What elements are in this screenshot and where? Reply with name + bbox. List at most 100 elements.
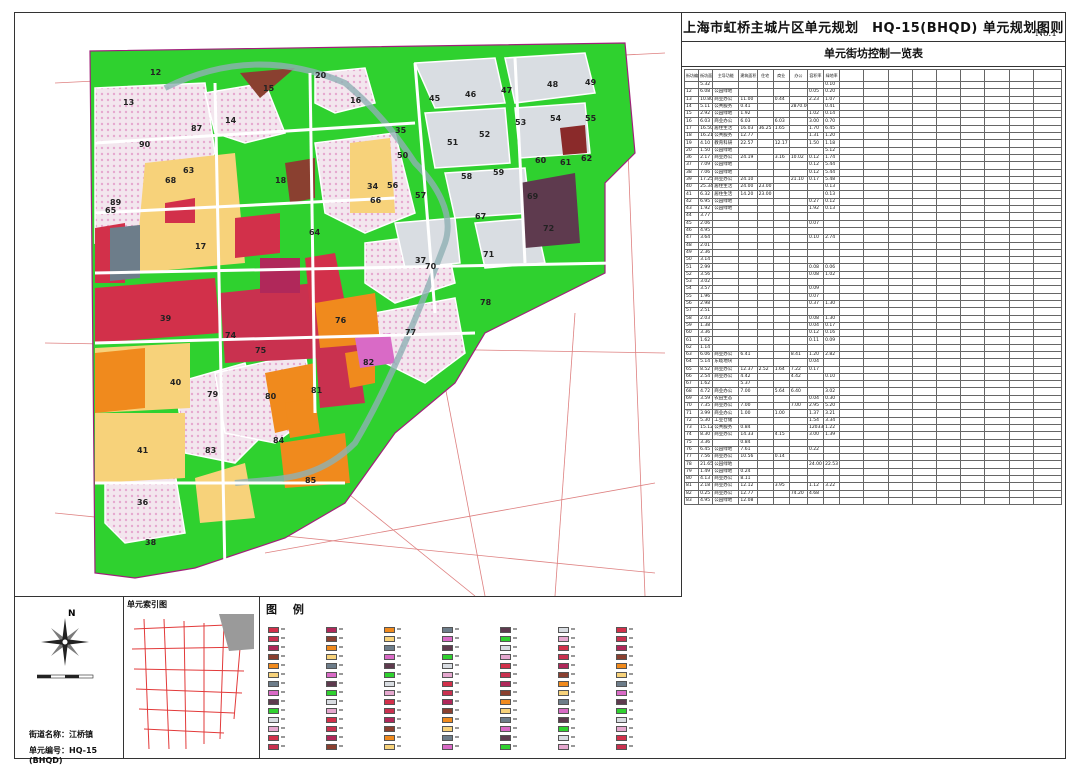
legend-swatch (500, 708, 511, 714)
table-cell (984, 321, 1010, 331)
table-cell: 0.22 (806, 445, 825, 455)
table-cell: 69 (684, 394, 700, 404)
legend-swatch (326, 744, 337, 750)
table-cell (772, 205, 790, 214)
legend-text-placeholder (339, 655, 343, 657)
table-cell (1008, 241, 1034, 250)
plot-67: 67 (475, 212, 486, 221)
table-cell (1008, 431, 1034, 440)
table-cell (1032, 153, 1062, 163)
table-cell (738, 161, 758, 170)
legend-item (558, 672, 618, 678)
table-cell (839, 321, 865, 331)
table-cell (1008, 277, 1034, 287)
table-cell (911, 146, 937, 155)
table-cell (863, 153, 889, 163)
table-cell: 62 (684, 343, 700, 353)
legend-text-placeholder (629, 727, 633, 729)
table-cell (788, 197, 808, 207)
table-cell: 47 (684, 234, 700, 243)
table-cell: 0.24 (738, 467, 758, 477)
table-cell: 20 (684, 146, 700, 155)
table-cell: 63 (684, 350, 700, 360)
legend-swatch (616, 744, 627, 750)
table-row: 70 7.35 商业办公 7.00 7.00 2.95 5.20 (684, 402, 1062, 411)
table-cell (863, 387, 889, 396)
legend-item (616, 726, 676, 732)
table-cell (788, 285, 808, 294)
plot-18: 18 (275, 176, 287, 185)
table-cell (806, 372, 825, 382)
table-cell: 59 (684, 321, 700, 331)
control-table-wrap[interactable]: 街坊编号 街坊面积(公顷) 主导功能 建筑面积 住宅 商业 办公 容积率 绿地率 (684, 69, 1062, 755)
legend-swatch (326, 654, 337, 660)
table-cell (911, 175, 937, 185)
table-cell: 78 (684, 460, 700, 469)
table-cell (823, 475, 841, 484)
legend-text-placeholder (455, 736, 459, 738)
legend-swatch (384, 726, 395, 732)
table-cell (756, 467, 774, 477)
land-use-map[interactable]: 12 13 14 15 16 17 18 20 34 35 36 37 38 3… (15, 13, 682, 597)
legend-swatch (384, 681, 395, 687)
table-cell (960, 256, 986, 265)
table-cell (984, 197, 1010, 207)
table-cell (684, 80, 700, 90)
table-cell (806, 307, 825, 316)
table-cell (788, 139, 808, 148)
table-cell: 4.68 (806, 489, 825, 498)
legend-item (268, 654, 328, 660)
table-cell (772, 292, 790, 301)
legend-swatch (268, 627, 279, 633)
table-cell (788, 336, 808, 345)
table-cell (863, 460, 889, 469)
legend-item (442, 744, 502, 750)
table-cell: 商业办公 (712, 153, 740, 163)
table-cell: 商业办公 (712, 372, 740, 382)
table-cell (887, 387, 913, 396)
table-cell (712, 226, 740, 236)
legend-item (326, 636, 386, 642)
plot-56: 56 (387, 181, 399, 190)
legend-swatch (500, 627, 511, 633)
table-cell: 1.49 (698, 467, 714, 477)
legend-text-placeholder (571, 745, 575, 747)
table-cell (756, 80, 774, 90)
table-cell (1008, 321, 1034, 331)
legend-text-placeholder (281, 628, 285, 630)
table-cell (772, 102, 790, 112)
table-cell (772, 343, 790, 353)
table-cell (935, 197, 962, 207)
legend-item (268, 672, 328, 678)
table-cell: 0.16 (823, 329, 841, 338)
table-cell (911, 467, 937, 477)
table-cell (839, 336, 865, 345)
legend-text-placeholder (339, 718, 343, 720)
table-cell (1032, 102, 1062, 112)
table-cell (839, 489, 865, 498)
table-cell (960, 409, 986, 418)
plot-40: 40 (170, 378, 182, 387)
table-cell (788, 409, 808, 418)
table-cell (1008, 175, 1034, 185)
table-cell (738, 277, 758, 287)
table-cell (887, 416, 913, 425)
table-cell: 3.02 (698, 277, 714, 287)
legend-swatch (384, 699, 395, 705)
legend-swatch (268, 654, 279, 660)
table-cell (984, 161, 1010, 170)
legend-text-placeholder (397, 682, 401, 684)
table-cell (960, 124, 986, 134)
table-cell: 0.17 (823, 321, 841, 331)
table-row: 48 2.01 (684, 241, 1062, 250)
table-cell: 5.32 (698, 80, 714, 90)
table-cell: 14.20 (738, 190, 758, 199)
table-cell (984, 226, 1010, 236)
table-cell: 6.95 (698, 197, 714, 207)
table-cell (1032, 183, 1062, 192)
table-cell (1008, 263, 1034, 272)
legend-swatch (500, 681, 511, 687)
table-cell (960, 139, 986, 148)
table-cell (1032, 307, 1062, 316)
index-map[interactable]: 单元索引图 (124, 597, 260, 758)
